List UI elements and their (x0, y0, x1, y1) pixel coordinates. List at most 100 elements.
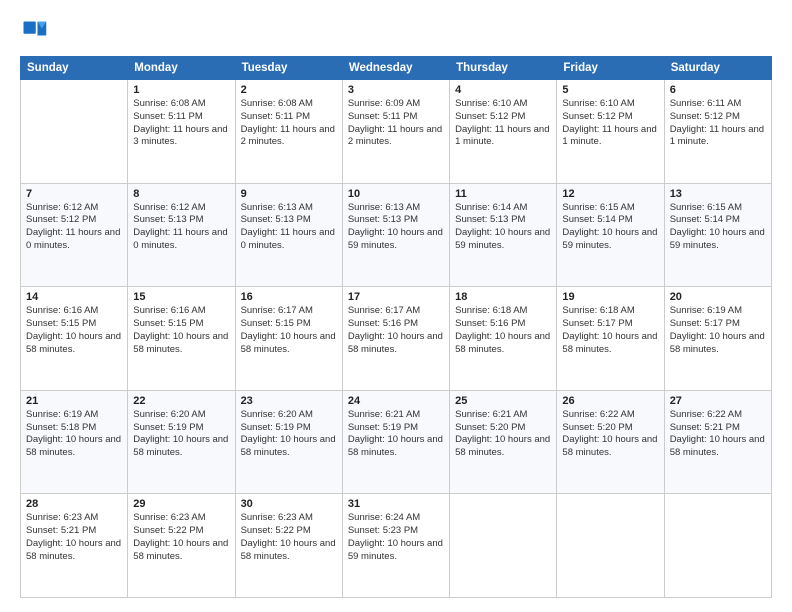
day-number: 1 (133, 84, 229, 96)
day-number: 14 (26, 291, 122, 303)
calendar-day-cell: 5 Sunrise: 6:10 AM Sunset: 5:12 PM Daylig… (557, 80, 664, 184)
day-number: 2 (241, 84, 337, 96)
calendar-day-cell: 11 Sunrise: 6:14 AM Sunset: 5:13 PM Dayli… (450, 183, 557, 287)
day-number: 31 (348, 498, 444, 510)
calendar-day-cell: 17Sunrise: 6:17 AM Sunset: 5:16 PM Dayli… (342, 287, 449, 391)
day-number: 23 (241, 395, 337, 407)
calendar-day-cell: 6Sunrise: 6:11 AM Sunset: 5:12 PM Daylig… (664, 80, 771, 184)
calendar-day-cell: 7 Sunrise: 6:12 AM Sunset: 5:12 PM Daylig… (21, 183, 128, 287)
day-number: 5 (562, 84, 658, 96)
logo (20, 18, 52, 46)
day-detail: Sunrise: 6:18 AM Sunset: 5:16 PM Dayligh… (455, 305, 551, 356)
day-detail: Sunrise: 6:23 AM Sunset: 5:22 PM Dayligh… (133, 512, 229, 563)
day-detail: Sunrise: 6:24 AM Sunset: 5:23 PM Dayligh… (348, 512, 444, 563)
day-detail: Sunrise: 6:11 AM Sunset: 5:12 PM Dayligh… (670, 98, 766, 149)
calendar-day-cell: 24 Sunrise: 6:21 AM Sunset: 5:19 PM Dayli… (342, 390, 449, 494)
day-detail: Sunrise: 6:13 AM Sunset: 5:13 PM Dayligh… (241, 202, 337, 253)
day-number: 11 (455, 188, 551, 200)
day-number: 8 (133, 188, 229, 200)
calendar-day-cell (557, 494, 664, 598)
calendar-day-cell: 22Sunrise: 6:20 AM Sunset: 5:19 PM Dayli… (128, 390, 235, 494)
day-number: 10 (348, 188, 444, 200)
day-detail: Sunrise: 6:16 AM Sunset: 5:15 PM Dayligh… (133, 305, 229, 356)
calendar-day-cell: 30 Sunrise: 6:23 AM Sunset: 5:22 PM Dayli… (235, 494, 342, 598)
calendar-week-row: 1 Sunrise: 6:08 AM Sunset: 5:11 PM Daylig… (21, 80, 772, 184)
day-detail: Sunrise: 6:15 AM Sunset: 5:14 PM Dayligh… (670, 202, 766, 253)
day-detail: Sunrise: 6:13 AM Sunset: 5:13 PM Dayligh… (348, 202, 444, 253)
day-number: 30 (241, 498, 337, 510)
calendar-day-cell: 1 Sunrise: 6:08 AM Sunset: 5:11 PM Daylig… (128, 80, 235, 184)
day-detail: Sunrise: 6:18 AM Sunset: 5:17 PM Dayligh… (562, 305, 658, 356)
day-detail: Sunrise: 6:09 AM Sunset: 5:11 PM Dayligh… (348, 98, 444, 149)
calendar-week-row: 28 Sunrise: 6:23 AM Sunset: 5:21 PM Dayli… (21, 494, 772, 598)
day-detail: Sunrise: 6:23 AM Sunset: 5:22 PM Dayligh… (241, 512, 337, 563)
day-number: 21 (26, 395, 122, 407)
calendar-day-cell (450, 494, 557, 598)
day-detail: Sunrise: 6:12 AM Sunset: 5:12 PM Dayligh… (26, 202, 122, 253)
day-detail: Sunrise: 6:16 AM Sunset: 5:15 PM Dayligh… (26, 305, 122, 356)
day-number: 15 (133, 291, 229, 303)
calendar-day-cell: 23 Sunrise: 6:20 AM Sunset: 5:19 PM Dayli… (235, 390, 342, 494)
day-detail: Sunrise: 6:14 AM Sunset: 5:13 PM Dayligh… (455, 202, 551, 253)
day-number: 19 (562, 291, 658, 303)
day-detail: Sunrise: 6:19 AM Sunset: 5:17 PM Dayligh… (670, 305, 766, 356)
calendar-day-cell: 18 Sunrise: 6:18 AM Sunset: 5:16 PM Dayli… (450, 287, 557, 391)
calendar-header-monday: Monday (128, 57, 235, 80)
calendar-day-cell: 16 Sunrise: 6:17 AM Sunset: 5:15 PM Dayli… (235, 287, 342, 391)
calendar-header-sunday: Sunday (21, 57, 128, 80)
header (20, 18, 772, 46)
calendar-day-cell: 12 Sunrise: 6:15 AM Sunset: 5:14 PM Dayli… (557, 183, 664, 287)
day-detail: Sunrise: 6:17 AM Sunset: 5:15 PM Dayligh… (241, 305, 337, 356)
calendar-day-cell: 2 Sunrise: 6:08 AM Sunset: 5:11 PM Daylig… (235, 80, 342, 184)
day-number: 13 (670, 188, 766, 200)
day-number: 20 (670, 291, 766, 303)
calendar-day-cell: 15 Sunrise: 6:16 AM Sunset: 5:15 PM Dayli… (128, 287, 235, 391)
calendar-day-cell: 25Sunrise: 6:21 AM Sunset: 5:20 PM Dayli… (450, 390, 557, 494)
day-detail: Sunrise: 6:08 AM Sunset: 5:11 PM Dayligh… (133, 98, 229, 149)
day-number: 7 (26, 188, 122, 200)
day-number: 12 (562, 188, 658, 200)
calendar-week-row: 14 Sunrise: 6:16 AM Sunset: 5:15 PM Dayli… (21, 287, 772, 391)
day-detail: Sunrise: 6:19 AM Sunset: 5:18 PM Dayligh… (26, 409, 122, 460)
day-detail: Sunrise: 6:10 AM Sunset: 5:12 PM Dayligh… (562, 98, 658, 149)
calendar-header-row: SundayMondayTuesdayWednesdayThursdayFrid… (21, 57, 772, 80)
calendar-day-cell: 31 Sunrise: 6:24 AM Sunset: 5:23 PM Dayli… (342, 494, 449, 598)
calendar-day-cell (664, 494, 771, 598)
day-number: 26 (562, 395, 658, 407)
calendar-header-saturday: Saturday (664, 57, 771, 80)
calendar-day-cell: 20 Sunrise: 6:19 AM Sunset: 5:17 PM Dayli… (664, 287, 771, 391)
day-number: 24 (348, 395, 444, 407)
calendar-day-cell: 10 Sunrise: 6:13 AM Sunset: 5:13 PM Dayli… (342, 183, 449, 287)
day-number: 9 (241, 188, 337, 200)
calendar-day-cell: 8 Sunrise: 6:12 AM Sunset: 5:13 PM Daylig… (128, 183, 235, 287)
calendar-day-cell: 29 Sunrise: 6:23 AM Sunset: 5:22 PM Dayli… (128, 494, 235, 598)
day-detail: Sunrise: 6:21 AM Sunset: 5:19 PM Dayligh… (348, 409, 444, 460)
logo-icon (20, 18, 48, 46)
calendar-week-row: 21 Sunrise: 6:19 AM Sunset: 5:18 PM Dayli… (21, 390, 772, 494)
day-number: 18 (455, 291, 551, 303)
calendar-day-cell: 26Sunrise: 6:22 AM Sunset: 5:20 PM Dayli… (557, 390, 664, 494)
calendar-day-cell: 13 Sunrise: 6:15 AM Sunset: 5:14 PM Dayli… (664, 183, 771, 287)
calendar-day-cell: 14 Sunrise: 6:16 AM Sunset: 5:15 PM Dayli… (21, 287, 128, 391)
day-number: 16 (241, 291, 337, 303)
calendar-day-cell: 3Sunrise: 6:09 AM Sunset: 5:11 PM Daylig… (342, 80, 449, 184)
day-detail: Sunrise: 6:15 AM Sunset: 5:14 PM Dayligh… (562, 202, 658, 253)
calendar-day-cell (21, 80, 128, 184)
calendar-header-wednesday: Wednesday (342, 57, 449, 80)
day-number: 29 (133, 498, 229, 510)
calendar-table: SundayMondayTuesdayWednesdayThursdayFrid… (20, 56, 772, 598)
day-detail: Sunrise: 6:20 AM Sunset: 5:19 PM Dayligh… (241, 409, 337, 460)
calendar-week-row: 7 Sunrise: 6:12 AM Sunset: 5:12 PM Daylig… (21, 183, 772, 287)
calendar-day-cell: 21 Sunrise: 6:19 AM Sunset: 5:18 PM Dayli… (21, 390, 128, 494)
calendar-header-tuesday: Tuesday (235, 57, 342, 80)
day-number: 22 (133, 395, 229, 407)
calendar-day-cell: 4Sunrise: 6:10 AM Sunset: 5:12 PM Daylig… (450, 80, 557, 184)
calendar-day-cell: 19 Sunrise: 6:18 AM Sunset: 5:17 PM Dayli… (557, 287, 664, 391)
day-number: 17 (348, 291, 444, 303)
day-number: 28 (26, 498, 122, 510)
day-detail: Sunrise: 6:23 AM Sunset: 5:21 PM Dayligh… (26, 512, 122, 563)
day-detail: Sunrise: 6:22 AM Sunset: 5:21 PM Dayligh… (670, 409, 766, 460)
day-detail: Sunrise: 6:08 AM Sunset: 5:11 PM Dayligh… (241, 98, 337, 149)
day-detail: Sunrise: 6:12 AM Sunset: 5:13 PM Dayligh… (133, 202, 229, 253)
calendar-day-cell: 9 Sunrise: 6:13 AM Sunset: 5:13 PM Daylig… (235, 183, 342, 287)
